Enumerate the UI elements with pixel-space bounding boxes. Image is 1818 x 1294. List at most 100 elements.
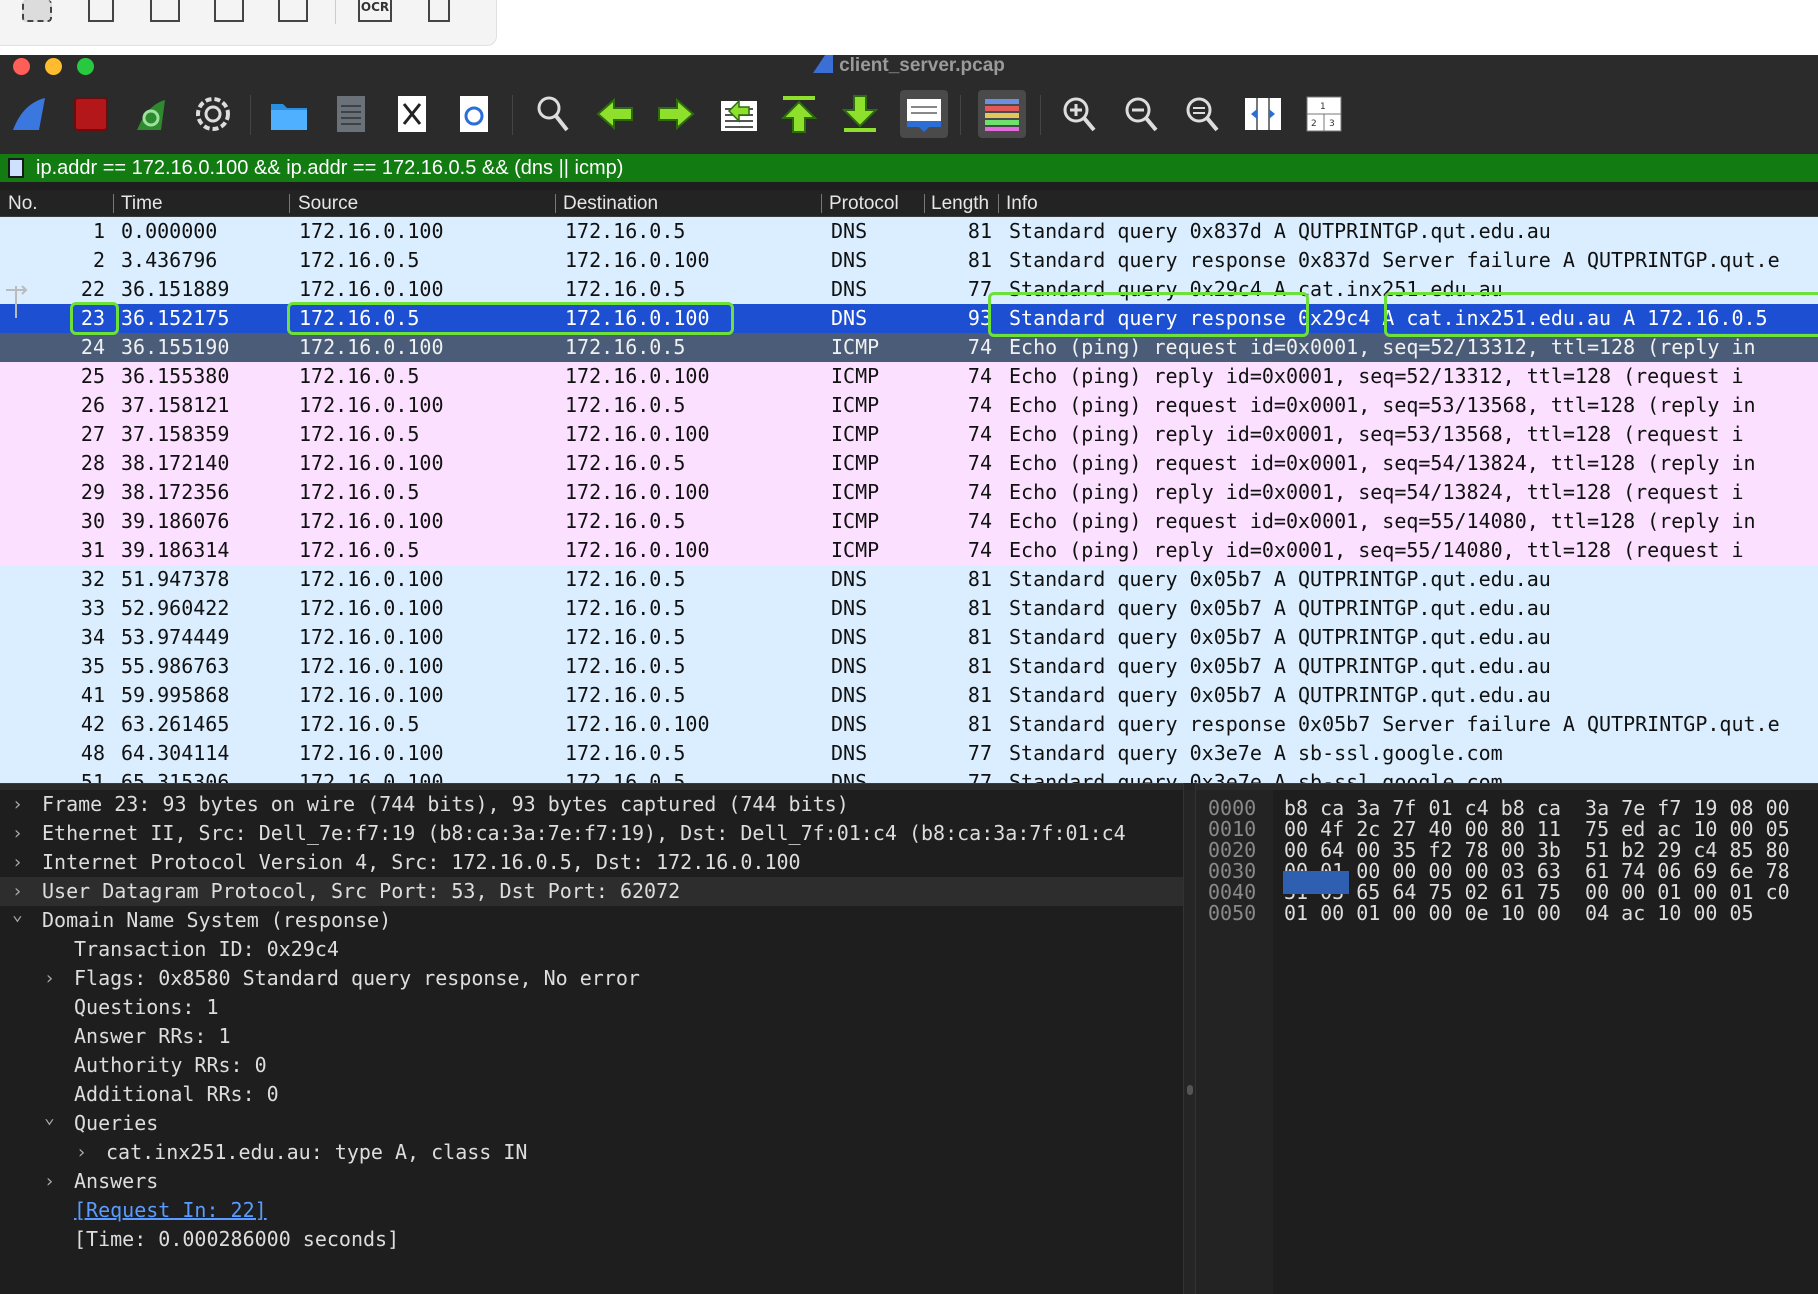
reload-icon[interactable] — [453, 93, 495, 135]
column-header-protocol[interactable]: Protocol — [829, 190, 899, 217]
layout-icon[interactable]: 12 3 — [1303, 93, 1345, 135]
detail-row[interactable]: › Frame 23: 93 bytes on wire (744 bits), … — [0, 790, 1183, 819]
detail-row[interactable]: Authority RRs: 0 — [0, 1051, 1183, 1080]
packet-row[interactable]: 27 37.158359 172.16.0.5 172.16.0.100 ICMP 74 E… — [0, 420, 1818, 449]
open-icon[interactable] — [268, 93, 310, 135]
detail-row[interactable]: [Time: 0.000286000 seconds] — [0, 1225, 1183, 1254]
packet-row[interactable]: 41 59.995868 172.16.0.100 172.16.0.5 DNS 81 St… — [0, 681, 1818, 710]
ocr-icon[interactable]: OCR — [358, 0, 392, 22]
bookmark-icon[interactable] — [8, 158, 24, 178]
detail-row[interactable]: › Flags: 0x8580 Standard query response, … — [0, 964, 1183, 993]
column-header-info[interactable]: Info — [1006, 190, 1038, 217]
column-header-no[interactable]: No. — [8, 190, 38, 217]
display-filter-input[interactable]: ip.addr == 172.16.0.100 && ip.addr == 17… — [36, 154, 623, 182]
hex-row[interactable]: 0050 01 00 01 00 00 0e 10 00 04 ac 10 00 … — [1196, 901, 1818, 925]
packet-row[interactable]: 48 64.304114 172.16.0.100 172.16.0.5 DNS 77 St… — [0, 739, 1818, 768]
column-header-destination[interactable]: Destination — [563, 190, 658, 217]
packet-row[interactable]: 34 53.974449 172.16.0.100 172.16.0.5 DNS 81 St… — [0, 623, 1818, 652]
forward-icon[interactable] — [655, 93, 697, 135]
detail-row[interactable]: › Answers — [0, 1167, 1183, 1196]
packet-list[interactable]: 1 0.000000 172.16.0.100 172.16.0.5 DNS 81 Stan… — [0, 217, 1818, 783]
find-icon[interactable] — [532, 93, 574, 135]
packet-row[interactable]: 42 63.261465 172.16.0.5 172.16.0.100 DNS 81 St… — [0, 710, 1818, 739]
packet-row[interactable]: 31 39.186314 172.16.0.5 172.16.0.100 ICMP 74 E… — [0, 536, 1818, 565]
last-packet-icon[interactable] — [839, 93, 881, 135]
multi-window-icon[interactable] — [278, 0, 308, 22]
pane-splitter-vertical[interactable] — [1183, 783, 1196, 1294]
scroll-capture-icon[interactable] — [214, 0, 244, 22]
detail-row[interactable]: [Request In: 22] — [0, 1196, 1183, 1225]
byte-selection — [1283, 871, 1349, 894]
column-header-time[interactable]: Time — [121, 190, 163, 217]
collapse-arrow-icon[interactable]: ⌄ — [44, 1103, 55, 1132]
options-icon[interactable] — [192, 93, 234, 135]
cell-time: 36.155380 — [121, 364, 230, 388]
request-in-link[interactable]: [Request In: 22] — [74, 1196, 267, 1225]
packet-bytes-pane[interactable]: 0000 b8 ca 3a 7f 01 c4 b8 ca 3a 7e f7 19 … — [1196, 790, 1818, 1294]
save-icon[interactable] — [330, 93, 372, 135]
stop-icon[interactable] — [70, 93, 112, 135]
cell-time: 36.155190 — [121, 335, 230, 359]
detail-row[interactable]: Questions: 1 — [0, 993, 1183, 1022]
cell-destination: 172.16.0.5 — [565, 335, 686, 359]
cell-source: 172.16.0.100 — [299, 277, 444, 301]
packet-row[interactable]: 29 38.172356 172.16.0.5 172.16.0.100 ICMP 74 E… — [0, 478, 1818, 507]
packet-row[interactable]: 28 38.172140 172.16.0.100 172.16.0.5 ICMP 74 E… — [0, 449, 1818, 478]
packet-row[interactable]: 30 39.186076 172.16.0.100 172.16.0.5 ICMP 74 E… — [0, 507, 1818, 536]
packet-row[interactable]: 26 37.158121 172.16.0.100 172.16.0.5 ICMP 74 E… — [0, 391, 1818, 420]
shark-fin-icon[interactable] — [8, 93, 50, 135]
zoom-out-icon[interactable] — [1120, 93, 1162, 135]
autoscroll-icon[interactable] — [900, 90, 948, 138]
packet-row[interactable]: 32 51.947378 172.16.0.100 172.16.0.5 DNS 81 St… — [0, 565, 1818, 594]
detail-row[interactable]: › Ethernet II, Src: Dell_7e:f7:19 (b8:ca:… — [0, 819, 1183, 848]
packet-row[interactable]: 1 0.000000 172.16.0.100 172.16.0.5 DNS 81 Stan… — [0, 217, 1818, 246]
first-packet-icon[interactable] — [778, 93, 820, 135]
back-icon[interactable] — [594, 93, 636, 135]
resize-columns-icon[interactable] — [1242, 93, 1284, 135]
go-to-packet-icon[interactable] — [718, 93, 760, 135]
restart-icon[interactable] — [130, 93, 172, 135]
packet-details-pane[interactable]: › Frame 23: 93 bytes on wire (744 bits), … — [0, 790, 1183, 1294]
detail-row[interactable]: › User Datagram Protocol, Src Port: 53, D… — [0, 877, 1183, 906]
close-file-icon[interactable] — [391, 93, 433, 135]
expand-arrow-icon[interactable]: › — [44, 964, 55, 993]
crop-icon[interactable] — [428, 0, 450, 22]
packet-row[interactable]: 35 55.986763 172.16.0.100 172.16.0.5 DNS 81 St… — [0, 652, 1818, 681]
detail-row[interactable]: ⌄ Queries — [0, 1107, 1183, 1138]
rect-select-icon[interactable] — [22, 0, 52, 22]
detail-row[interactable]: Answer RRs: 1 — [0, 1022, 1183, 1051]
detail-row[interactable]: › Internet Protocol Version 4, Src: 172.1… — [0, 848, 1183, 877]
detail-row[interactable]: Transaction ID: 0x29c4 — [0, 935, 1183, 964]
packet-row[interactable]: 51 65.315306 172.16.0.100 172.16.0.5 DNS 77 St… — [0, 768, 1818, 783]
fullscreen-capture-icon[interactable] — [150, 0, 180, 22]
packet-row[interactable]: 25 36.155380 172.16.0.5 172.16.0.100 ICMP 74 E… — [0, 362, 1818, 391]
detail-row[interactable]: › cat.inx251.edu.au: type A, class IN — [0, 1138, 1183, 1167]
normal-size-icon[interactable] — [1181, 93, 1223, 135]
colorize-icon[interactable] — [978, 90, 1026, 138]
expand-arrow-icon[interactable]: › — [12, 819, 23, 848]
packet-row[interactable]: 2 3.436796 172.16.0.5 172.16.0.100 DNS 81 Stan… — [0, 246, 1818, 275]
cell-source: 172.16.0.100 — [299, 770, 444, 783]
expand-arrow-icon[interactable]: › — [12, 848, 23, 877]
window-capture-icon[interactable] — [88, 0, 114, 22]
expand-arrow-icon[interactable]: › — [76, 1138, 87, 1167]
detail-row[interactable]: ⌄ Domain Name System (response) — [0, 904, 1183, 935]
cell-destination: 172.16.0.5 — [565, 567, 686, 591]
display-filter-bar[interactable]: ip.addr == 172.16.0.100 && ip.addr == 17… — [0, 154, 1818, 182]
packet-row[interactable]: 23 36.152175 172.16.0.5 172.16.0.100 DNS 93 St… — [0, 304, 1818, 333]
collapse-arrow-icon[interactable]: ⌄ — [12, 900, 23, 929]
cell-source: 172.16.0.100 — [299, 509, 444, 533]
column-header-source[interactable]: Source — [298, 190, 358, 217]
packet-row[interactable]: 24 36.155190 172.16.0.100 172.16.0.5 ICMP 74 E… — [0, 333, 1818, 362]
cell-no: 26 — [80, 393, 105, 417]
expand-arrow-icon[interactable]: › — [44, 1167, 55, 1196]
zoom-in-icon[interactable] — [1058, 93, 1100, 135]
packet-row[interactable]: 22 36.151889 172.16.0.100 172.16.0.5 DNS 77 St… — [0, 275, 1818, 304]
cell-protocol: ICMP — [831, 364, 880, 388]
cell-source: 172.16.0.5 — [299, 364, 420, 388]
packet-row[interactable]: 33 52.960422 172.16.0.100 172.16.0.5 DNS 81 St… — [0, 594, 1818, 623]
expand-arrow-icon[interactable]: › — [12, 790, 23, 819]
pane-splitter[interactable] — [0, 783, 1818, 790]
detail-row[interactable]: Additional RRs: 0 — [0, 1080, 1183, 1109]
column-header-length[interactable]: Length — [931, 190, 993, 217]
